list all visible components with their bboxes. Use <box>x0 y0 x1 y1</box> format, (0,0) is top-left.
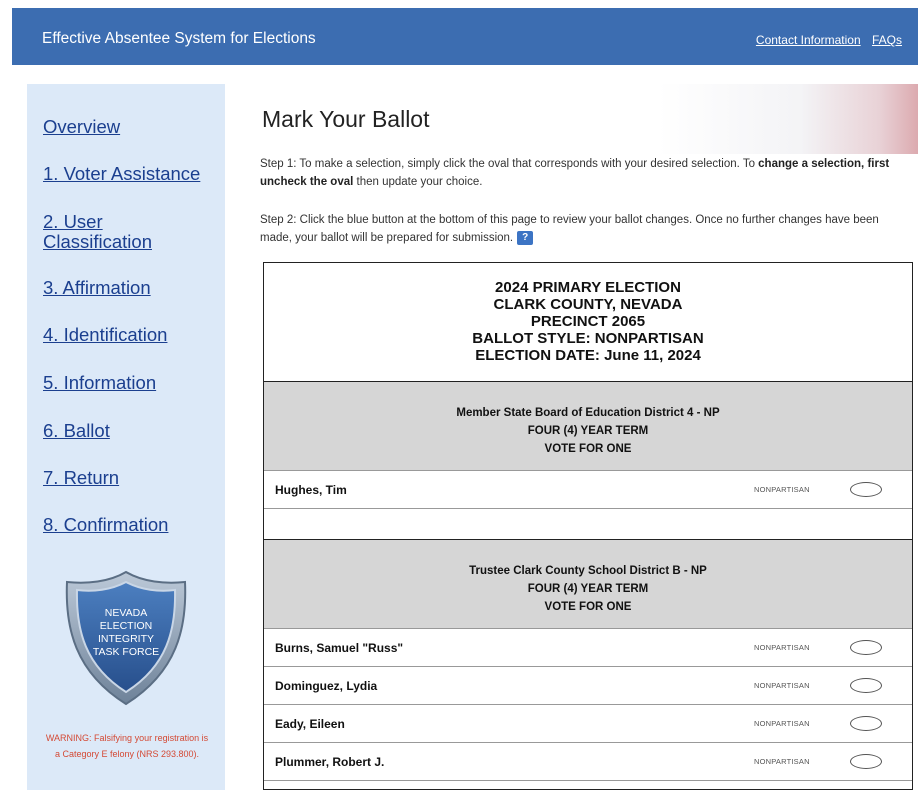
candidate-party: NONPARTISAN <box>754 719 810 728</box>
contact-information-link[interactable]: Contact Information <box>756 33 861 47</box>
page-title: Mark Your Ballot <box>262 106 430 132</box>
candidate-row: Dominguez, Lydia NONPARTISAN <box>264 667 912 705</box>
contest-spacer <box>264 509 912 539</box>
candidate-name: Dominguez, Lydia <box>275 679 378 693</box>
sidebar-nav: Overview 1. Voter Assistance 2. User Cla… <box>27 84 225 790</box>
selection-oval[interactable] <box>850 754 882 769</box>
sidebar-item-voter-assistance[interactable]: 1. Voter Assistance <box>43 164 200 184</box>
candidate-name: Hughes, Tim <box>275 483 347 497</box>
help-icon[interactable]: ? <box>517 230 534 245</box>
contest-vote-for: VOTE FOR ONE <box>544 601 632 613</box>
contest-title: Trustee Clark County School District B -… <box>469 565 707 577</box>
selection-oval[interactable] <box>850 640 882 655</box>
sidebar-item-ballot[interactable]: 6. Ballot <box>43 421 110 441</box>
ballot: 2024 PRIMARY ELECTION CLARK COUNTY, NEVA… <box>263 262 913 790</box>
faqs-link[interactable]: FAQs <box>872 33 902 47</box>
ballot-header-county: CLARK COUNTY, NEVADA <box>493 296 683 313</box>
contest-vote-for: VOTE FOR ONE <box>544 443 632 455</box>
app-header: Effective Absentee System for Elections … <box>12 8 918 65</box>
contest-term: FOUR (4) YEAR TERM <box>527 425 649 437</box>
step-1-instructions: Step 1: To make a selection, simply clic… <box>260 158 890 188</box>
selection-oval[interactable] <box>850 678 882 693</box>
ballot-header-precinct: PRECINCT 2065 <box>530 313 646 330</box>
election-integrity-badge: NEVADA ELECTION INTEGRITY TASK FORCE <box>65 570 187 706</box>
ballot-header-election: 2024 PRIMARY ELECTION <box>495 279 681 296</box>
sidebar-item-overview[interactable]: Overview <box>43 117 120 137</box>
candidate-party: NONPARTISAN <box>754 681 810 690</box>
candidate-party: NONPARTISAN <box>754 485 810 494</box>
contest-term: FOUR (4) YEAR TERM <box>527 583 649 595</box>
candidate-row: Burns, Samuel "Russ" NONPARTISAN <box>264 629 912 667</box>
contest-header: Trustee Clark County School District B -… <box>264 539 912 629</box>
sidebar-item-confirmation[interactable]: 8. Confirmation <box>43 515 168 535</box>
header-links: Contact Information FAQs <box>748 33 902 47</box>
candidate-party: NONPARTISAN <box>754 643 810 652</box>
candidate-name: Burns, Samuel "Russ" <box>275 641 404 655</box>
candidate-row: Eady, Eileen NONPARTISAN <box>264 705 912 743</box>
sidebar-item-return[interactable]: 7. Return <box>43 468 119 488</box>
candidate-name: Plummer, Robert J. <box>275 755 385 769</box>
badge-line-4: TASK FORCE <box>93 646 159 658</box>
contest-header: Member State Board of Education District… <box>264 381 912 471</box>
candidate-row <box>264 781 912 789</box>
candidate-name: Eady, Eileen <box>275 717 345 731</box>
sidebar-item-affirmation[interactable]: 3. Affirmation <box>43 278 151 298</box>
badge-line-3: INTEGRITY <box>98 633 154 645</box>
step-2-instructions: Step 2: Click the blue button at the bot… <box>260 214 879 245</box>
selection-oval[interactable] <box>850 482 882 497</box>
badge-line-1: NEVADA <box>105 607 147 619</box>
flag-banner-image <box>658 84 918 154</box>
ballot-header: 2024 PRIMARY ELECTION CLARK COUNTY, NEVA… <box>264 263 912 381</box>
app-title: Effective Absentee System for Elections <box>42 30 316 47</box>
candidate-party: NONPARTISAN <box>754 757 810 766</box>
falsification-warning: WARNING: Falsifying your registration is… <box>45 733 209 759</box>
ballot-header-style: BALLOT STYLE: NONPARTISAN <box>472 330 704 347</box>
badge-line-2: ELECTION <box>100 620 153 632</box>
contest-title: Member State Board of Education District… <box>456 407 720 419</box>
candidate-row: Plummer, Robert J. NONPARTISAN <box>264 743 912 781</box>
sidebar-item-user-classification[interactable]: 2. User Classification <box>43 212 193 252</box>
selection-oval[interactable] <box>850 716 882 731</box>
ballot-header-date: ELECTION DATE: June 11, 2024 <box>475 347 701 364</box>
sidebar-item-information[interactable]: 5. Information <box>43 373 156 393</box>
sidebar-item-identification[interactable]: 4. Identification <box>43 325 167 345</box>
candidate-row: Hughes, Tim NONPARTISAN <box>264 471 912 509</box>
